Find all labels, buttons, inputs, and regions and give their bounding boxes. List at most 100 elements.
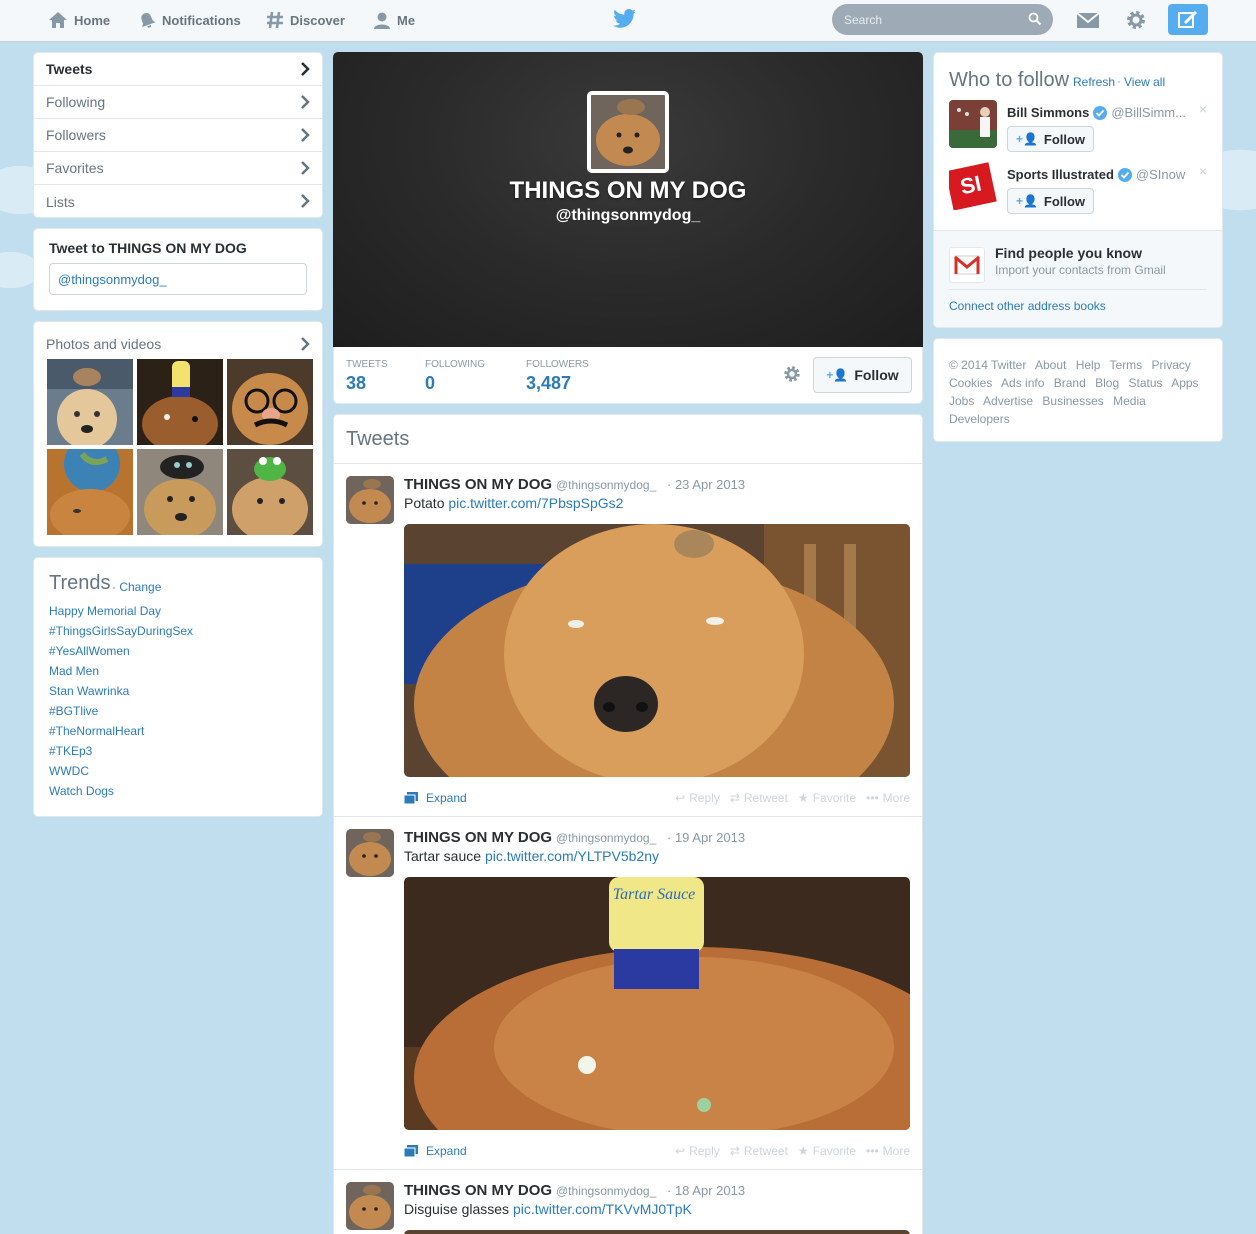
tweet-avatar[interactable] xyxy=(346,476,394,524)
trend-item[interactable]: #YesAllWomen xyxy=(49,643,193,663)
search-input[interactable] xyxy=(832,4,1053,35)
follow-button[interactable]: +👤 Follow xyxy=(813,357,912,393)
tweet-media[interactable] xyxy=(404,524,910,777)
dismiss-suggestion-icon[interactable]: × xyxy=(1199,163,1207,179)
suggestion-name[interactable]: Bill Simmons @BillSimm... xyxy=(1007,105,1186,120)
trend-item[interactable]: #ThingsGirlsSayDuringSex xyxy=(49,623,193,643)
tweet-author-handle[interactable]: @thingsonmydog_ xyxy=(556,478,656,492)
tweet-media[interactable]: Tartar Sauce xyxy=(404,877,910,1130)
stat-tweets[interactable]: TWEETS 38 xyxy=(346,359,388,394)
nav-discover[interactable]: Discover xyxy=(266,0,345,40)
tweet-author-handle[interactable]: @thingsonmydog_ xyxy=(556,831,656,845)
nav-me[interactable]: Me xyxy=(373,0,415,40)
favorite-button[interactable]: ★ Favorite xyxy=(798,791,856,805)
tweet[interactable]: THINGS ON MY DOG @thingsonmydog_ · 19 Ap… xyxy=(334,817,922,1170)
photo-thumb[interactable] xyxy=(227,449,313,535)
more-button[interactable]: ••• More xyxy=(866,791,910,805)
profile-nav-tweets[interactable]: Tweets xyxy=(34,53,322,86)
footer-link[interactable]: Developers xyxy=(949,412,1010,426)
photo-thumb[interactable] xyxy=(47,449,133,535)
retweet-button[interactable]: ⇄ Retweet xyxy=(730,1144,788,1158)
trend-item[interactable]: #TKEp3 xyxy=(49,743,193,763)
view-all-link[interactable]: View all xyxy=(1124,75,1165,89)
profile-avatar[interactable] xyxy=(587,91,669,173)
suggestion-avatar[interactable]: SI xyxy=(949,162,997,210)
photo-thumb[interactable] xyxy=(47,359,133,445)
profile-nav-followers[interactable]: Followers xyxy=(34,119,322,152)
tweet-media-link[interactable]: pic.twitter.com/TKVvMJ0TpK xyxy=(513,1201,692,1217)
profile-nav-favorites[interactable]: Favorites xyxy=(34,152,322,185)
trend-item[interactable]: Stan Wawrinka xyxy=(49,683,193,703)
tweet-to-input[interactable] xyxy=(49,263,307,295)
footer-link[interactable]: Advertise xyxy=(983,394,1033,408)
refresh-link[interactable]: Refresh xyxy=(1073,75,1115,89)
trend-item[interactable]: WWDC xyxy=(49,763,193,783)
gear-icon[interactable] xyxy=(1124,8,1148,32)
footer-link[interactable]: Blog xyxy=(1095,376,1119,390)
tweet-author-name[interactable]: THINGS ON MY DOG xyxy=(404,476,552,493)
footer-link[interactable]: About xyxy=(1035,358,1066,372)
reply-button[interactable]: ↩ Reply xyxy=(675,1144,720,1158)
twitter-bird-icon[interactable] xyxy=(613,8,637,30)
profile-nav-lists[interactable]: Lists xyxy=(34,185,322,218)
trend-item[interactable]: #TheNormalHeart xyxy=(49,723,193,743)
trend-item[interactable]: Happy Memorial Day xyxy=(49,603,193,623)
tweet-author-name[interactable]: THINGS ON MY DOG xyxy=(404,1182,552,1199)
profile-nav-following[interactable]: Following xyxy=(34,86,322,119)
tweet-timestamp[interactable]: · 23 Apr 2013 xyxy=(667,477,745,492)
favorite-button[interactable]: ★ Favorite xyxy=(798,1144,856,1158)
photos-title[interactable]: Photos and videos xyxy=(46,336,161,352)
suggestion-avatar[interactable] xyxy=(949,100,997,148)
trend-item[interactable]: #BGTlive xyxy=(49,703,193,723)
footer-link[interactable]: Status xyxy=(1128,376,1162,390)
compose-tweet-button[interactable] xyxy=(1168,4,1208,35)
tweet-author-name[interactable]: THINGS ON MY DOG xyxy=(404,829,552,846)
find-people-title[interactable]: Find people you know xyxy=(995,245,1142,261)
trends-change-link[interactable]: · Change xyxy=(112,580,161,594)
stat-following[interactable]: FOLLOWING 0 xyxy=(425,359,485,394)
tweet-timestamp[interactable]: · 19 Apr 2013 xyxy=(667,830,745,845)
tweet-media[interactable] xyxy=(404,1230,910,1234)
search-icon[interactable] xyxy=(1028,12,1042,26)
more-button[interactable]: ••• More xyxy=(866,1144,910,1158)
tweet-media-link[interactable]: pic.twitter.com/7PbspSpGs2 xyxy=(448,495,623,511)
envelope-icon[interactable] xyxy=(1076,8,1100,32)
nav-home[interactable]: Home xyxy=(48,0,110,40)
reply-button[interactable]: ↩ Reply xyxy=(675,791,720,805)
photo-thumb[interactable] xyxy=(137,449,223,535)
tweet-media-link[interactable]: pic.twitter.com/YLTPV5b2ny xyxy=(485,848,659,864)
footer-link[interactable]: Jobs xyxy=(949,394,974,408)
footer-link[interactable]: Cookies xyxy=(949,376,992,390)
footer-link[interactable]: Brand xyxy=(1054,376,1086,390)
trend-item[interactable]: Watch Dogs xyxy=(49,783,193,803)
expand-link[interactable]: Expand xyxy=(404,791,467,805)
tweet[interactable]: THINGS ON MY DOG @thingsonmydog_ · 18 Ap… xyxy=(334,1170,922,1234)
follow-suggestion-button[interactable]: +👤 Follow xyxy=(1007,126,1094,152)
gear-icon[interactable] xyxy=(782,364,802,384)
photo-thumb[interactable] xyxy=(137,359,223,445)
tweet-timestamp[interactable]: · 18 Apr 2013 xyxy=(667,1183,745,1198)
footer-link[interactable]: Media xyxy=(1113,394,1146,408)
nav-notifications[interactable]: Notifications xyxy=(138,0,241,40)
follow-suggestion-button[interactable]: +👤 Follow xyxy=(1007,188,1094,214)
tweet-author-handle[interactable]: @thingsonmydog_ xyxy=(556,1184,656,1198)
footer-link[interactable]: Businesses xyxy=(1042,394,1103,408)
footer-link[interactable]: Privacy xyxy=(1152,358,1191,372)
expand-link[interactable]: Expand xyxy=(404,1144,467,1158)
footer-link[interactable]: Apps xyxy=(1171,376,1198,390)
tweet-avatar[interactable] xyxy=(346,1182,394,1230)
retweet-button[interactable]: ⇄ Retweet xyxy=(730,791,788,805)
footer-link[interactable]: Ads info xyxy=(1001,376,1044,390)
dismiss-suggestion-icon[interactable]: × xyxy=(1199,101,1207,117)
connect-address-books-link[interactable]: Connect other address books xyxy=(949,299,1106,313)
photo-thumb[interactable] xyxy=(227,359,313,445)
tweet-avatar[interactable] xyxy=(346,829,394,877)
tweet[interactable]: THINGS ON MY DOG @thingsonmydog_ · 23 Ap… xyxy=(334,464,922,817)
suggestion-name[interactable]: Sports Illustrated @SInow xyxy=(1007,167,1185,182)
gmail-icon[interactable] xyxy=(949,247,985,283)
footer-link[interactable]: Help xyxy=(1076,358,1101,372)
trend-item[interactable]: Mad Men xyxy=(49,663,193,683)
chevron-right-icon[interactable] xyxy=(300,337,310,351)
stat-followers[interactable]: FOLLOWERS 3,487 xyxy=(526,359,589,394)
footer-link[interactable]: Terms xyxy=(1110,358,1143,372)
